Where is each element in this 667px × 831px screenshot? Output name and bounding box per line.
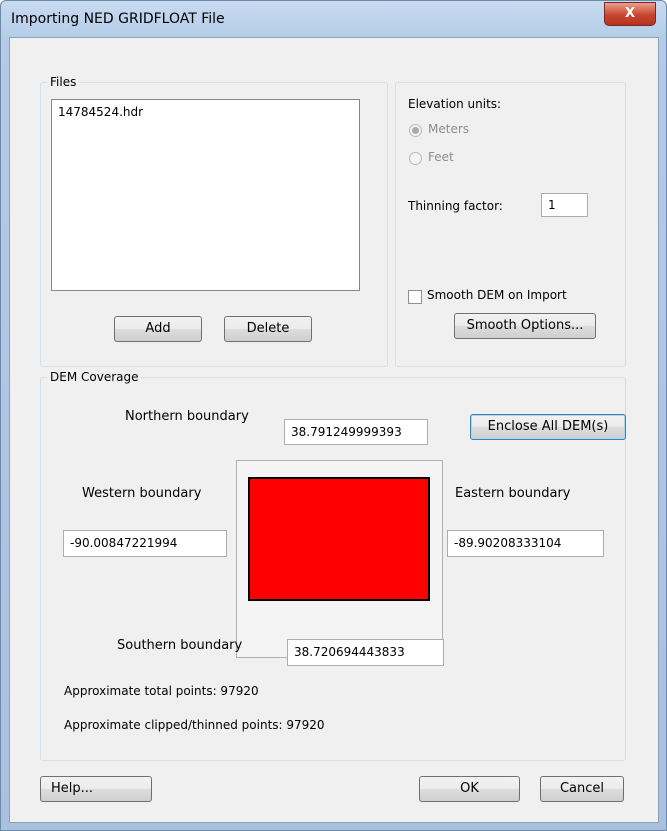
eastern-boundary-label: Eastern boundary bbox=[455, 486, 571, 501]
close-icon: X bbox=[624, 6, 636, 21]
cancel-button[interactable]: Cancel bbox=[540, 776, 624, 802]
elevation-units-label: Elevation units: bbox=[408, 97, 502, 111]
western-boundary-label: Western boundary bbox=[82, 486, 202, 501]
options-group: Elevation units: Meters Feet Thinning fa… bbox=[395, 82, 626, 367]
meters-radio[interactable] bbox=[409, 124, 422, 137]
southern-boundary-label: Southern boundary bbox=[117, 638, 243, 653]
eastern-boundary-input[interactable]: -89.90208333104 bbox=[447, 530, 604, 557]
western-boundary-input[interactable]: -90.00847221994 bbox=[63, 530, 227, 557]
enclose-all-dems-button[interactable]: Enclose All DEM(s) bbox=[470, 414, 626, 440]
smooth-options-button[interactable]: Smooth Options... bbox=[454, 313, 596, 339]
smooth-dem-label: Smooth DEM on Import bbox=[427, 288, 567, 302]
meters-label: Meters bbox=[428, 122, 470, 136]
window-title: Importing NED GRIDFLOAT File bbox=[11, 11, 225, 27]
coverage-preview bbox=[236, 460, 443, 658]
thinning-factor-label: Thinning factor: bbox=[408, 199, 503, 213]
list-item[interactable]: 14784524.hdr bbox=[52, 100, 359, 124]
coverage-rectangle bbox=[248, 477, 430, 601]
dem-coverage-label: DEM Coverage bbox=[47, 370, 142, 384]
files-list[interactable]: 14784524.hdr bbox=[51, 99, 360, 291]
dem-coverage-group: DEM Coverage Northern boundary 38.791249… bbox=[40, 370, 626, 761]
delete-button[interactable]: Delete bbox=[224, 316, 312, 342]
southern-boundary-input[interactable]: 38.720694443833 bbox=[287, 639, 444, 666]
files-group: Files 14784524.hdr Add Delete bbox=[40, 75, 388, 367]
dialog-window: Importing NED GRIDFLOAT File X Files 147… bbox=[0, 0, 667, 831]
thinning-factor-input[interactable]: 1 bbox=[541, 193, 588, 217]
smooth-dem-checkbox[interactable] bbox=[408, 290, 422, 304]
total-points-text: Approximate total points: 97920 bbox=[64, 684, 259, 698]
title-bar[interactable]: Importing NED GRIDFLOAT File X bbox=[1, 1, 666, 37]
dialog-body: Files 14784524.hdr Add Delete Elevation … bbox=[9, 37, 659, 823]
close-button[interactable]: X bbox=[604, 2, 656, 26]
clipped-points-text: Approximate clipped/thinned points: 9792… bbox=[64, 718, 325, 732]
ok-button[interactable]: OK bbox=[419, 776, 520, 802]
files-group-label: Files bbox=[47, 75, 80, 89]
feet-radio[interactable] bbox=[409, 152, 422, 165]
northern-boundary-label: Northern boundary bbox=[125, 409, 249, 424]
northern-boundary-input[interactable]: 38.791249999393 bbox=[284, 419, 428, 445]
help-button[interactable]: Help... bbox=[40, 776, 152, 802]
feet-label: Feet bbox=[428, 150, 454, 164]
add-button[interactable]: Add bbox=[114, 316, 202, 342]
